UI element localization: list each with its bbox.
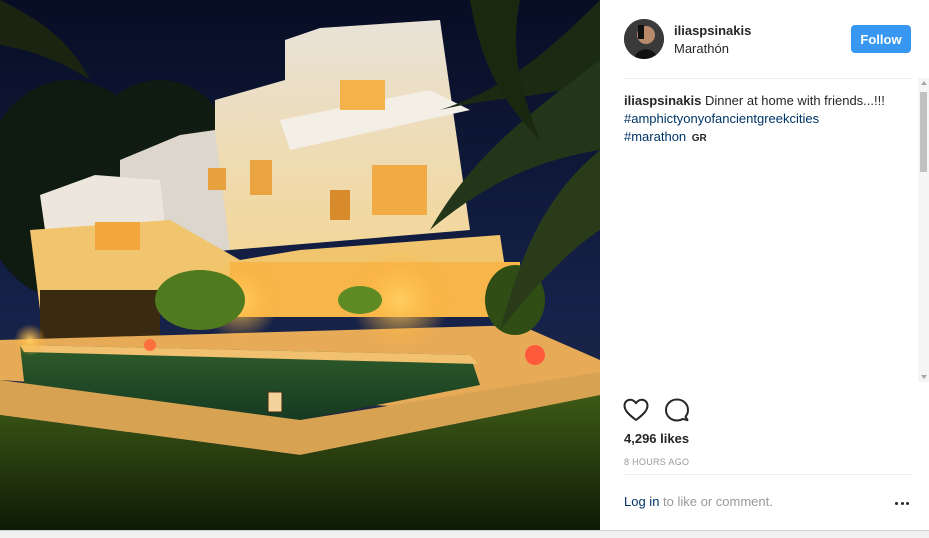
post-photo[interactable] (0, 0, 600, 530)
heart-icon[interactable] (622, 396, 650, 424)
comments-scrollbar[interactable] (918, 78, 929, 382)
window-bottom-edge (0, 530, 929, 538)
header-username[interactable]: iliaspsinakis (674, 23, 751, 38)
follow-button[interactable]: Follow (851, 25, 911, 53)
login-suffix: to like or comment. (659, 494, 773, 509)
login-link[interactable]: Log in (624, 494, 659, 509)
flag-label: GR (691, 133, 707, 144)
footer-divider (624, 474, 912, 475)
caption-text: Dinner at home with friends...!!! (701, 93, 885, 108)
caption-username[interactable]: iliaspsinakis (624, 93, 701, 108)
post-timestamp[interactable]: 8 HOURS AGO (624, 457, 689, 467)
night-villa-photo (0, 0, 600, 530)
hashtag-link[interactable]: #marathon (624, 129, 686, 144)
comment-icon[interactable] (663, 396, 691, 424)
post-side-panel: iliaspsinakis Marathón Follow iliaspsina… (600, 0, 929, 530)
scroll-down-arrow-icon[interactable] (921, 375, 927, 379)
hashtag-link[interactable]: #amphictyonyofancientgreekcities (624, 111, 819, 126)
header-divider (624, 78, 912, 79)
profile-photo-icon (624, 19, 664, 59)
likes-count[interactable]: 4,296 likes (624, 431, 689, 446)
header-location[interactable]: Marathón (674, 41, 729, 56)
avatar[interactable] (624, 19, 664, 59)
post-header: iliaspsinakis Marathón Follow (600, 0, 929, 78)
caption: iliaspsinakis Dinner at home with friend… (624, 92, 912, 382)
login-prompt: Log in to like or comment. (624, 494, 773, 509)
more-options-icon[interactable] (894, 496, 910, 512)
scroll-thumb[interactable] (920, 92, 927, 172)
scroll-up-arrow-icon[interactable] (921, 81, 927, 85)
